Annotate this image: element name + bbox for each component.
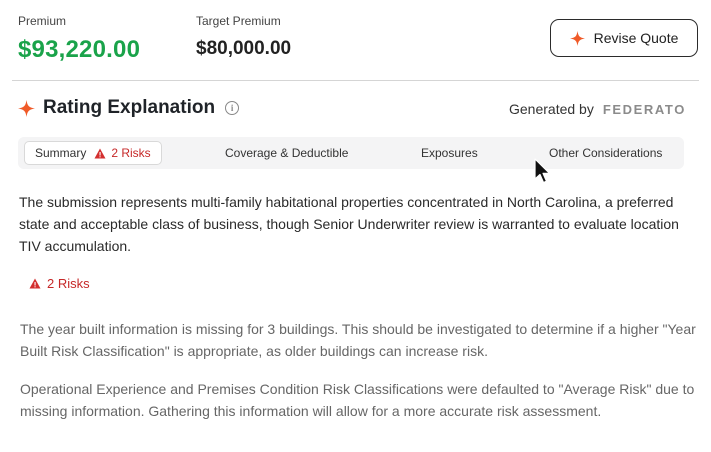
tab-coverage-deductible[interactable]: Coverage & Deductible — [225, 137, 348, 169]
generated-by: Generated by FEDERATO — [509, 101, 686, 117]
rating-tabs: Summary 2 Risks Coverage & Deductible Ex… — [18, 137, 684, 169]
revise-quote-button[interactable]: Revise Quote — [550, 19, 698, 57]
sparkle-icon — [569, 30, 585, 46]
summary-text: The submission represents multi-family h… — [19, 194, 679, 254]
tab-summary-risk-count: 2 Risks — [94, 146, 151, 160]
header-divider — [12, 80, 699, 81]
tab-other-considerations[interactable]: Other Considerations — [549, 137, 662, 169]
target-premium-block: Target Premium $80,000.00 — [196, 14, 291, 60]
revise-quote-label: Revise Quote — [593, 30, 679, 46]
premium-value: $93,220.00 — [18, 36, 141, 63]
tab-exposures[interactable]: Exposures — [421, 137, 478, 169]
tab-summary-risk-text: 2 Risks — [111, 146, 151, 160]
risks-badge: 2 Risks — [29, 276, 90, 291]
federato-logo: FEDERATO — [602, 101, 686, 117]
info-icon[interactable]: i — [225, 101, 240, 115]
warning-icon — [29, 278, 41, 289]
quote-rating-panel: Premium $93,220.00 Target Premium $80,00… — [0, 0, 711, 452]
rating-explanation-header: Rating Explanation i — [18, 97, 240, 119]
generated-by-label: Generated by — [509, 101, 594, 117]
warning-icon — [94, 148, 106, 158]
rating-explanation-title: Rating Explanation — [43, 97, 216, 118]
risk-item: Operational Experience and Premises Cond… — [20, 381, 695, 419]
mouse-cursor-icon — [534, 158, 551, 184]
premium-block: Premium $93,220.00 — [18, 14, 140, 64]
target-premium-value: $80,000.00 — [196, 38, 292, 59]
tab-summary[interactable]: Summary 2 Risks — [24, 141, 162, 165]
risks-badge-text: 2 Risks — [47, 276, 90, 291]
sparkle-icon — [18, 99, 35, 117]
risk-item: The year built information is missing fo… — [20, 321, 696, 359]
target-premium-label: Target Premium — [196, 14, 281, 28]
premium-label: Premium — [18, 14, 67, 28]
tab-summary-label: Summary — [35, 146, 87, 160]
